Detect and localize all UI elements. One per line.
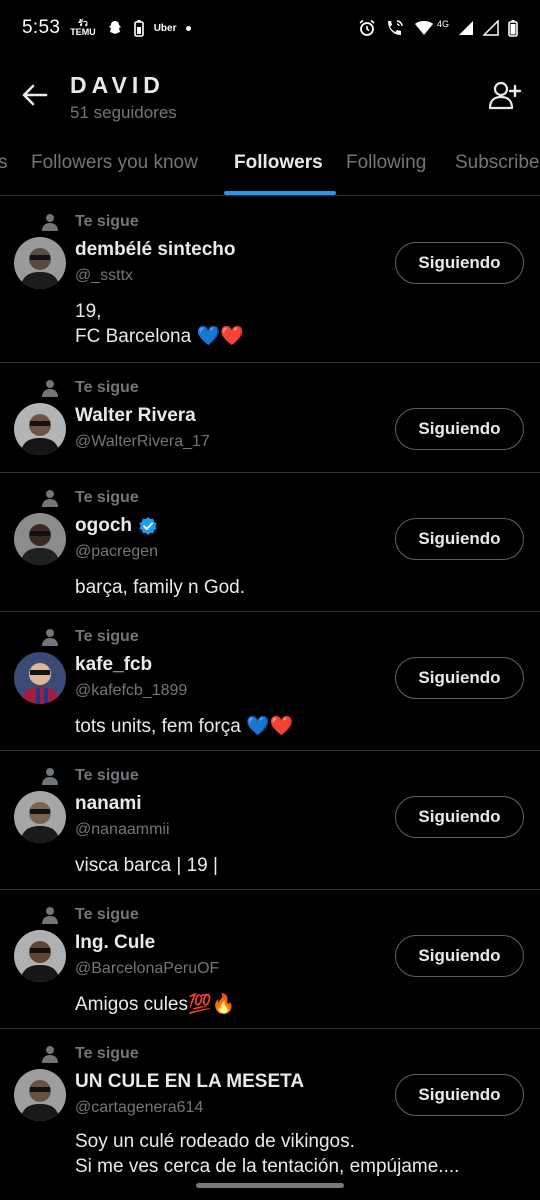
handle: @cartagenera614 [75,1099,204,1116]
avatar[interactable] [14,652,66,704]
uber-notification-icon: Uber [153,22,177,34]
following-button[interactable]: Siguiendo [395,796,524,838]
display-name: kafe_fcb [75,654,153,675]
bio: Soy un culé rodeado de vikingos. Si me v… [75,1131,460,1177]
followers-count: 51 seguidores [70,103,177,122]
avatar[interactable] [14,930,66,982]
following-button[interactable]: Siguiendo [395,657,524,699]
following-button[interactable]: Siguiendo [395,1074,524,1116]
add-user-icon[interactable] [488,78,522,112]
display-name: UN CULE EN LA MESETA [75,1071,305,1092]
person-icon [42,214,58,231]
handle: @kafefcb_1899 [75,682,188,699]
person-icon [42,490,58,507]
follower-row[interactable]: Te sigue Walter Rivera @WalterRivera_17 … [0,363,540,473]
display-name: Walter Rivera [75,405,196,426]
person-icon [42,1046,58,1063]
temu-notification-icon: รัว TEMU [70,18,96,37]
follows-you-label: Te sigue [75,1045,139,1062]
battery-saver-icon [133,20,144,37]
following-button[interactable]: Siguiendo [395,935,524,977]
bio: Amigos cules💯🔥 [75,994,236,1015]
follower-row[interactable]: Te sigue dembélé sintecho @_ssttx 19, FC… [0,197,540,363]
status-time: 5:53 [22,17,61,38]
person-icon [42,907,58,924]
avatar[interactable] [14,791,66,843]
tab-followers-you-know[interactable]: Followers you know [31,152,198,174]
following-button[interactable]: Siguiendo [395,518,524,560]
profile-header: DAVID 51 seguidores [0,60,540,136]
bio: 19, FC Barcelona 💙❤️ [75,301,244,347]
follower-row[interactable]: Te sigue ogoch @pacregen barça, family n… [0,473,540,612]
handle: @pacregen [75,543,158,560]
home-indicator[interactable] [196,1183,344,1188]
alarm-icon [359,19,375,36]
following-button[interactable]: Siguiendo [395,242,524,284]
signal-icon [459,21,473,35]
follows-you-label: Te sigue [75,213,139,230]
person-icon [42,768,58,785]
tab-previous[interactable]: s [0,152,8,174]
wifi-icon [414,21,433,35]
tab-bar: s Followers you know Followers Following… [0,138,540,196]
bio: tots units, fem força 💙❤️ [75,716,294,737]
title-block: DAVID 51 seguidores [70,72,177,123]
active-tab-indicator [224,191,336,195]
status-notification-icons: รัว TEMU Uber [70,18,192,37]
bio: barça, family n God. [75,577,246,598]
wifi-calling-icon [387,20,403,35]
follower-row[interactable]: Te sigue UN CULE EN LA MESETA @cartagene… [0,1029,540,1199]
avatar[interactable] [14,513,66,565]
status-system-icons: 4G [358,19,518,37]
tab-followers[interactable]: Followers [234,152,323,174]
avatar[interactable] [14,237,66,289]
network-type-label: 4G [436,19,449,29]
follows-you-label: Te sigue [75,628,139,645]
handle: @nanaammii [75,821,170,838]
signal-icon-2 [483,20,499,36]
tab-subscriptions[interactable]: Subscribe [455,152,540,174]
avatar[interactable] [14,1069,66,1121]
followers-list: Te sigue dembélé sintecho @_ssttx 19, FC… [0,197,540,1199]
handle: @BarcelonaPeruOF [75,960,220,977]
back-arrow-icon[interactable] [20,80,50,110]
following-button[interactable]: Siguiendo [395,408,524,450]
handle: @WalterRivera_17 [75,433,210,450]
follower-row[interactable]: Te sigue kafe_fcb @kafefcb_1899 tots uni… [0,612,540,751]
follows-you-label: Te sigue [75,379,139,396]
profile-name: DAVID [70,72,165,98]
display-name: dembélé sintecho [75,239,236,260]
follows-you-label: Te sigue [75,906,139,923]
follower-row[interactable]: Te sigue Ing. Cule @BarcelonaPeruOF Amig… [0,890,540,1029]
avatar[interactable] [14,403,66,455]
display-name: nanami [75,793,142,814]
display-name: ogoch [75,515,158,537]
battery-icon [508,20,518,37]
status-bar: 5:53 รัว TEMU Uber 4G [0,0,540,56]
tab-following[interactable]: Following [346,152,426,174]
display-name: Ing. Cule [75,932,156,953]
bio: visca barca | 19 | [75,855,218,876]
follower-row[interactable]: Te sigue nanami @nanaammii visca barca |… [0,751,540,890]
follows-you-label: Te sigue [75,489,139,506]
verified-badge-icon [139,517,157,535]
person-icon [42,380,58,397]
app-notification-icon [108,21,121,34]
more-notifications-dot [186,25,192,31]
follows-you-label: Te sigue [75,767,139,784]
display-name-text: ogoch [75,515,132,536]
person-icon [42,629,58,646]
handle: @_ssttx [75,267,134,284]
